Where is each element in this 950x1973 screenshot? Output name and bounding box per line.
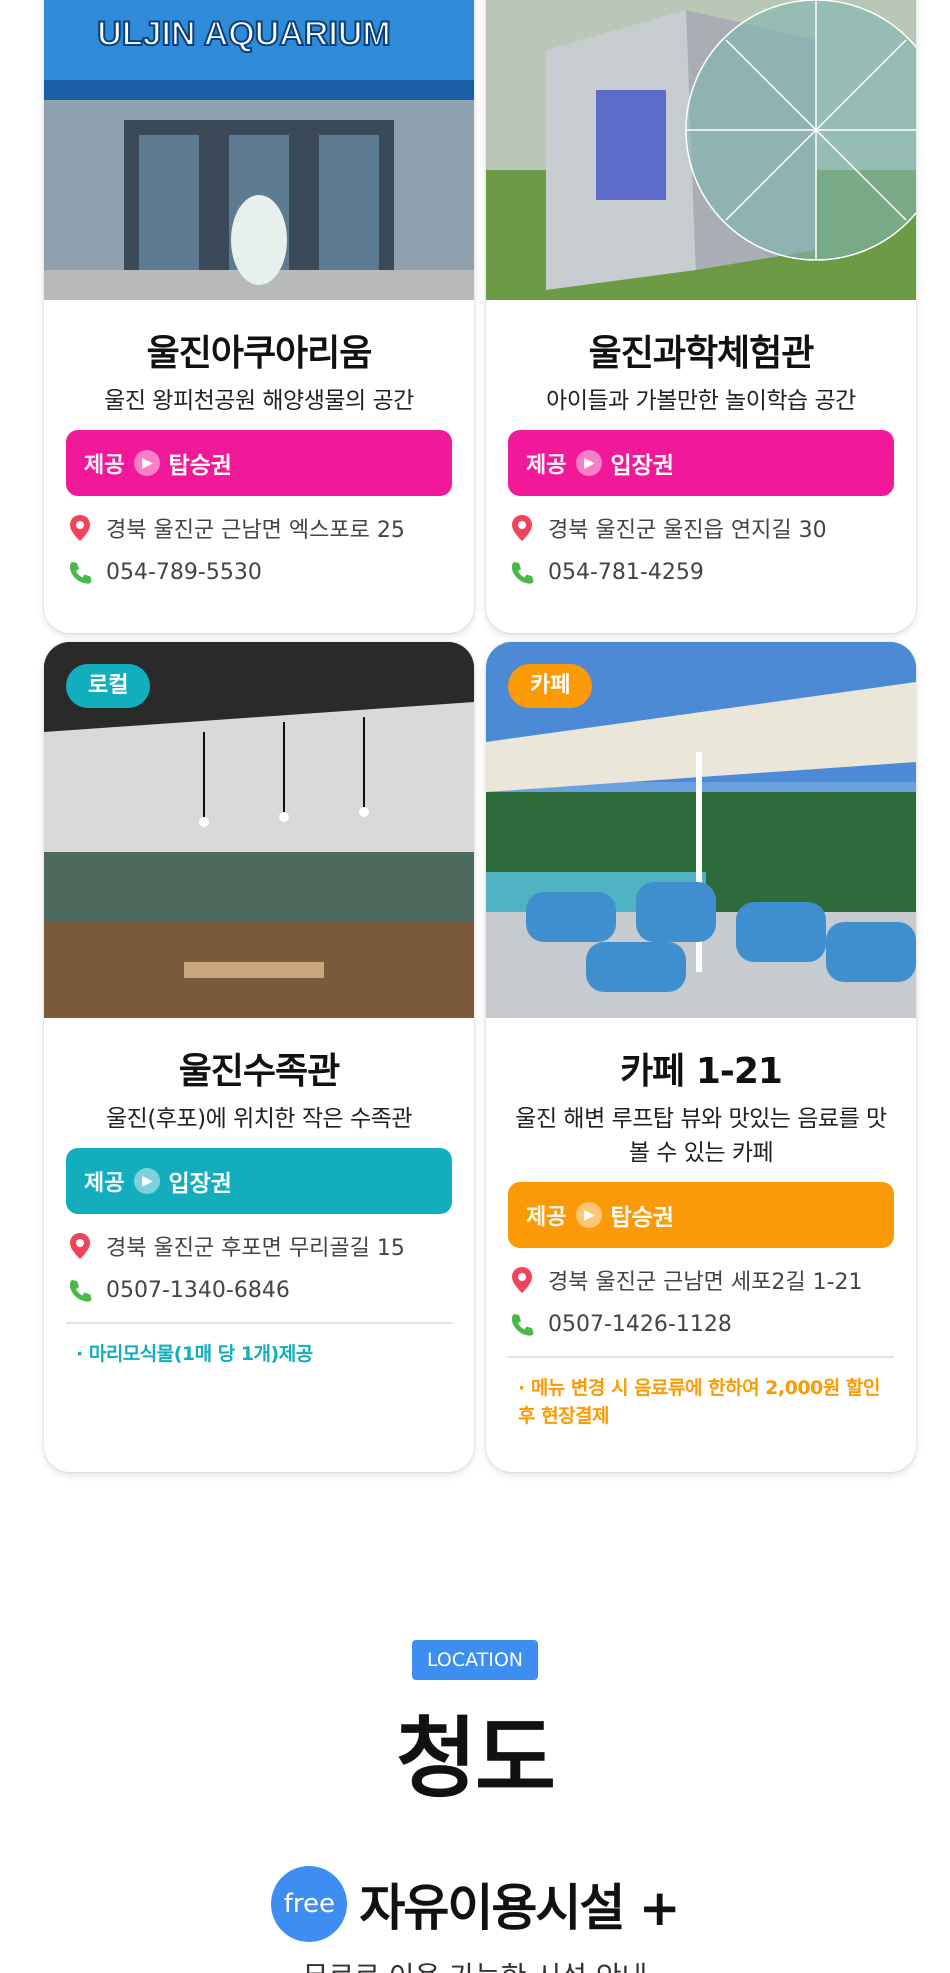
divider — [66, 1322, 452, 1324]
offer-label: 제공 — [84, 453, 125, 478]
map-pin-icon — [66, 1232, 94, 1260]
address-text: 경북 울진군 후포면 무리골길 15 — [106, 1236, 405, 1261]
offer-value: 탑승권 — [610, 1205, 674, 1231]
free-facilities-header: free 자유이용시설 + — [0, 1866, 950, 1942]
address-row: 경북 울진군 후포면 무리골길 15 — [66, 1224, 452, 1268]
phone-text: 054-781-4259 — [548, 559, 704, 585]
map-pin-icon — [66, 514, 94, 542]
facility-card-body: 울진과학체험관 아이들과 가볼만한 놀이학습 공간 제공 ▶ 입장권 경북 울진… — [486, 300, 916, 594]
chevron-right-icon: ▶ — [576, 450, 603, 476]
phone-icon — [508, 558, 536, 586]
free-facilities-title: 자유이용시설 + — [359, 1879, 680, 1937]
facility-description: 아이들과 가볼만한 놀이학습 공간 — [546, 388, 856, 414]
location-badge: LOCATION — [412, 1640, 538, 1680]
facility-card-body: 울진수족관 울진(후포)에 위치한 작은 수족관 제공 ▶ 입장권 경북 울진군… — [44, 1018, 474, 1368]
phone-row[interactable]: 0507-1426-1128 — [508, 1302, 894, 1346]
facility-description: 울진 왕피천공원 해양생물의 공간 — [104, 388, 414, 414]
offer-button[interactable]: 제공 ▶ 탑승권 — [508, 1182, 894, 1248]
facility-card-uljin-aquarium[interactable]: ULJIN AQUARIUM 울진아쿠아리움 울진 왕피천공원 해양생물의 공간… — [44, 0, 474, 633]
phone-icon — [66, 1276, 94, 1304]
facility-title: 울진수족관 — [178, 1051, 341, 1092]
category-tag: 카페 — [508, 664, 593, 708]
facility-photo — [486, 0, 916, 300]
offer-button[interactable]: 제공 ▶ 탑승권 — [66, 430, 452, 496]
benefit-note: · 마리모식물(1매 당 1개)제공 — [76, 1343, 313, 1365]
map-pin-icon — [508, 514, 536, 542]
facility-card-uljin-fish-tank[interactable]: 로컬 울진수족관 울진(후포)에 위치한 작은 수족관 제공 ▶ 입장권 경북 … — [44, 642, 474, 1472]
map-pin-icon — [508, 1266, 536, 1294]
facility-card-uljin-science[interactable]: 울진과학체험관 아이들과 가볼만한 놀이학습 공간 제공 ▶ 입장권 경북 울진… — [486, 0, 916, 633]
free-badge: free — [271, 1866, 348, 1942]
facility-title: 울진아쿠아리움 — [146, 333, 373, 374]
offer-value: 탑승권 — [168, 453, 232, 479]
phone-row[interactable]: 0507-1340-6846 — [66, 1268, 452, 1312]
facility-photo: ULJIN AQUARIUM — [44, 0, 474, 300]
phone-text: 0507-1340-6846 — [106, 1277, 290, 1303]
facility-card-cafe-1-21[interactable]: 카페 카페 1-21 울진 해변 루프탑 뷰와 맛있는 음료를 맛볼 수 있는 … — [486, 642, 916, 1472]
phone-icon — [508, 1310, 536, 1338]
facility-card-body: 카페 1-21 울진 해변 루프탑 뷰와 맛있는 음료를 맛볼 수 있는 카페 … — [486, 1018, 916, 1430]
address-row: 경북 울진군 근남면 세포2길 1-21 — [508, 1258, 894, 1302]
address-text: 경북 울진군 울진읍 연지길 30 — [548, 518, 827, 543]
facility-title: 카페 1-21 — [620, 1051, 783, 1092]
phone-row[interactable]: 054-781-4259 — [508, 550, 894, 594]
phone-row[interactable]: 054-789-5530 — [66, 550, 452, 594]
facility-title: 울진과학체험관 — [588, 333, 815, 374]
category-tag: 로컬 — [66, 664, 151, 708]
address-text: 경북 울진군 근남면 엑스포로 25 — [106, 518, 405, 543]
free-facilities-subtitle: 무료로 이용 가능한 시설 안내 — [0, 1955, 950, 1973]
benefit-note: · 메뉴 변경 시 음료류에 한하여 2,000원 할인 후 현장결제 — [518, 1377, 880, 1427]
chevron-right-icon: ▶ — [576, 1202, 603, 1228]
phone-text: 0507-1426-1128 — [548, 1311, 732, 1337]
address-text: 경북 울진군 근남면 세포2길 1-21 — [548, 1270, 863, 1295]
offer-button[interactable]: 제공 ▶ 입장권 — [66, 1148, 452, 1214]
address-row: 경북 울진군 근남면 엑스포로 25 — [66, 506, 452, 550]
location-title: 청도 — [396, 1707, 556, 1810]
address-row: 경북 울진군 울진읍 연지길 30 — [508, 506, 894, 550]
chevron-right-icon: ▶ — [134, 450, 161, 476]
offer-label: 제공 — [526, 1205, 567, 1230]
offer-button[interactable]: 제공 ▶ 입장권 — [508, 430, 894, 496]
facility-description: 울진(후포)에 위치한 작은 수족관 — [106, 1106, 412, 1132]
divider — [508, 1356, 894, 1358]
offer-label: 제공 — [84, 1171, 125, 1196]
offer-label: 제공 — [526, 453, 567, 478]
phone-text: 054-789-5530 — [106, 559, 262, 585]
offer-value: 입장권 — [610, 453, 674, 479]
offer-value: 입장권 — [168, 1171, 232, 1197]
photo-sign-text: ULJIN AQUARIUM — [97, 15, 390, 53]
facility-description: 울진 해변 루프탑 뷰와 맛있는 음료를 맛볼 수 있는 카페 — [515, 1106, 887, 1166]
facility-card-body: 울진아쿠아리움 울진 왕피천공원 해양생물의 공간 제공 ▶ 탑승권 경북 울진… — [44, 300, 474, 594]
chevron-right-icon: ▶ — [134, 1168, 161, 1194]
phone-icon — [66, 558, 94, 586]
